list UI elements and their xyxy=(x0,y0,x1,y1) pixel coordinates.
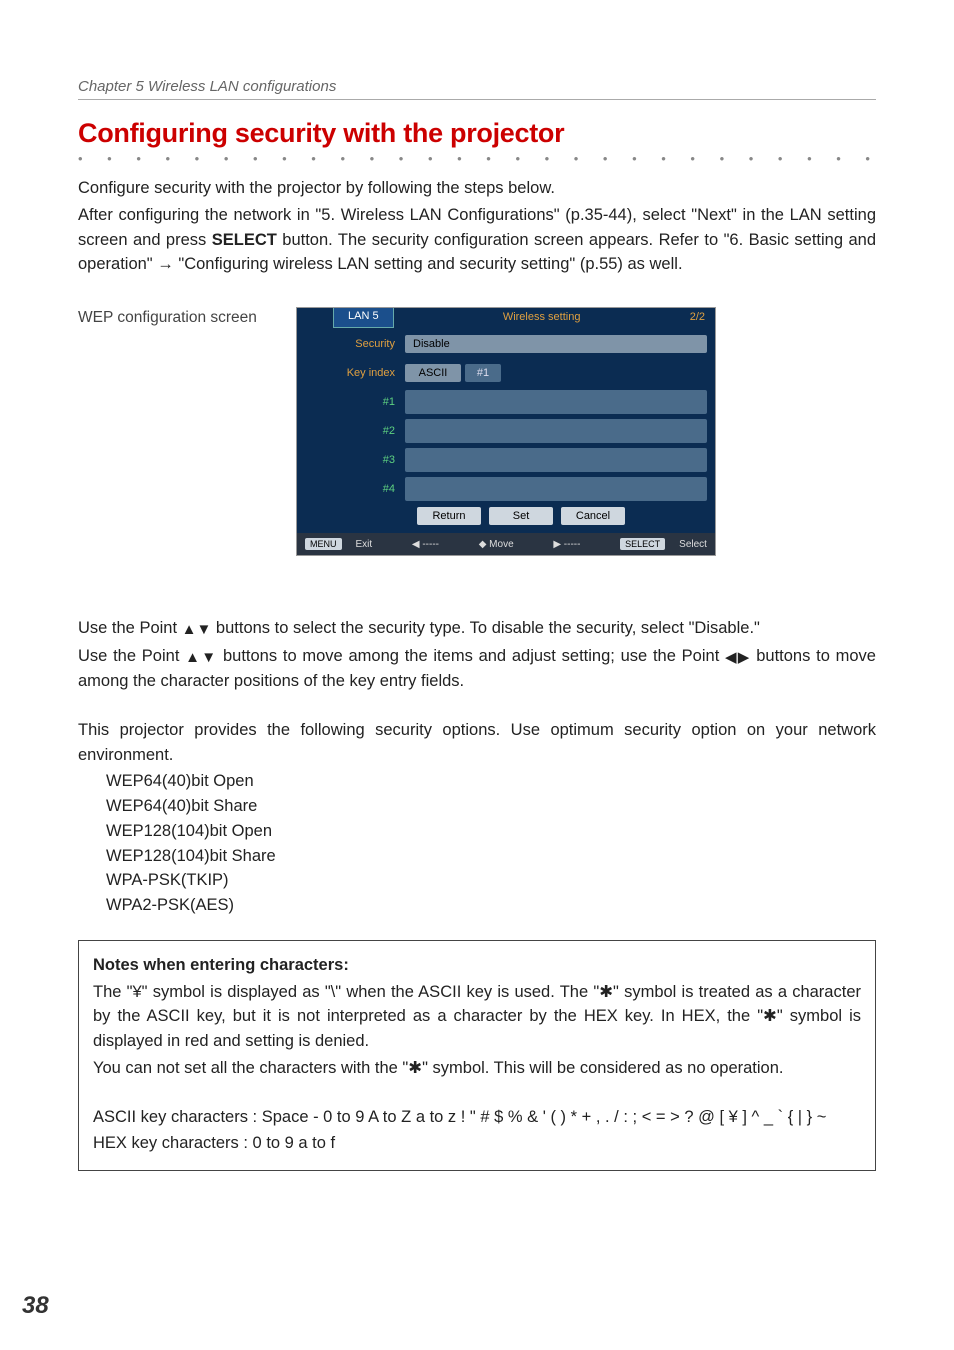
shot-tab: LAN 5 xyxy=(333,308,394,328)
security-options-list: WEP64(40)bit Open WEP64(40)bit Share WEP… xyxy=(106,769,876,918)
select-button-label: SELECT xyxy=(212,231,277,249)
notes-p2: You can not set all the characters with … xyxy=(93,1056,861,1081)
shot-exit: Exit xyxy=(356,539,373,550)
sec-opt-1: WEP64(40)bit Share xyxy=(106,794,876,819)
shot-r2-lbl: #2 xyxy=(305,425,405,437)
usage-l2a: Use the Point xyxy=(78,647,185,665)
shot-menu-chip: MENU xyxy=(305,538,342,550)
usage-line-2: Use the Point ▲▼ buttons to move among t… xyxy=(78,644,876,694)
shot-ascii: ASCII xyxy=(405,364,461,382)
chapter-label: Chapter 5 Wireless LAN configurations xyxy=(78,78,876,95)
sec-opt-5: WPA2-PSK(AES) xyxy=(106,893,876,918)
shot-keyindex-lbl: Key index xyxy=(305,367,405,379)
sec-opt-3: WEP128(104)bit Share xyxy=(106,844,876,869)
page-number: 38 xyxy=(22,1292,49,1320)
intro-line-1: Configure security with the projector by… xyxy=(78,176,876,201)
updown-icon: ▲▼ xyxy=(182,621,212,638)
shot-left-icon: ◀ ----- xyxy=(412,539,439,550)
intro-line-2: After configuring the network in "5. Wir… xyxy=(78,203,876,277)
notes-hex: HEX key characters : 0 to 9 a to f xyxy=(93,1131,861,1156)
shot-select: Select xyxy=(679,539,707,550)
shot-title: Wireless setting xyxy=(394,308,690,328)
notes-title: Notes when entering characters: xyxy=(93,953,861,978)
arrow-icon: → xyxy=(157,255,174,273)
sec-opt-4: WPA-PSK(TKIP) xyxy=(106,868,876,893)
usage-l1b: buttons to select the security type. To … xyxy=(211,619,760,637)
notes-box: Notes when entering characters: The "¥" … xyxy=(78,940,876,1171)
wep-config-label: WEP configuration screen xyxy=(78,307,296,327)
sec-opt-0: WEP64(40)bit Open xyxy=(106,769,876,794)
shot-r1-lbl: #1 xyxy=(305,396,405,408)
section-heading: Configuring security with the projector xyxy=(78,118,876,149)
sec-opt-2: WEP128(104)bit Open xyxy=(106,819,876,844)
shot-return-btn: Return xyxy=(417,507,481,525)
shot-security-lbl: Security xyxy=(305,338,405,350)
shot-right-icon: ▶ ----- xyxy=(553,539,580,550)
shot-r3-lbl: #3 xyxy=(305,454,405,466)
usage-l2b: buttons to move among the items and adju… xyxy=(217,647,725,665)
usage-line-1: Use the Point ▲▼ buttons to select the s… xyxy=(78,616,876,642)
usage-line-3: This projector provides the following se… xyxy=(78,718,876,768)
intro-l2c: "Configuring wireless LAN setting and se… xyxy=(174,255,683,273)
wep-config-screenshot: LAN 5 Wireless setting 2/2 Security Disa… xyxy=(296,307,716,556)
shot-r4-field xyxy=(405,477,707,501)
shot-hash1: #1 xyxy=(465,364,501,382)
leftright-icon: ◀▶ xyxy=(725,649,750,666)
shot-select-chip: SELECT xyxy=(620,538,665,550)
shot-security-val: Disable xyxy=(405,335,707,353)
heading-dots: • • • • • • • • • • • • • • • • • • • • … xyxy=(78,151,876,166)
shot-set-btn: Set xyxy=(489,507,553,525)
shot-r4-lbl: #4 xyxy=(305,483,405,495)
shot-r2-field xyxy=(405,419,707,443)
shot-cancel-btn: Cancel xyxy=(561,507,625,525)
updown-icon-2: ▲▼ xyxy=(185,649,217,666)
usage-l1a: Use the Point xyxy=(78,619,182,637)
chapter-rule xyxy=(78,99,876,100)
shot-page: 2/2 xyxy=(690,308,715,328)
notes-ascii: ASCII key characters : Space - 0 to 9 A … xyxy=(93,1105,861,1130)
shot-r3-field xyxy=(405,448,707,472)
notes-p1: The "¥" symbol is displayed as "\" when … xyxy=(93,980,861,1054)
shot-move: ◆ Move xyxy=(479,539,514,550)
shot-r1-field xyxy=(405,390,707,414)
